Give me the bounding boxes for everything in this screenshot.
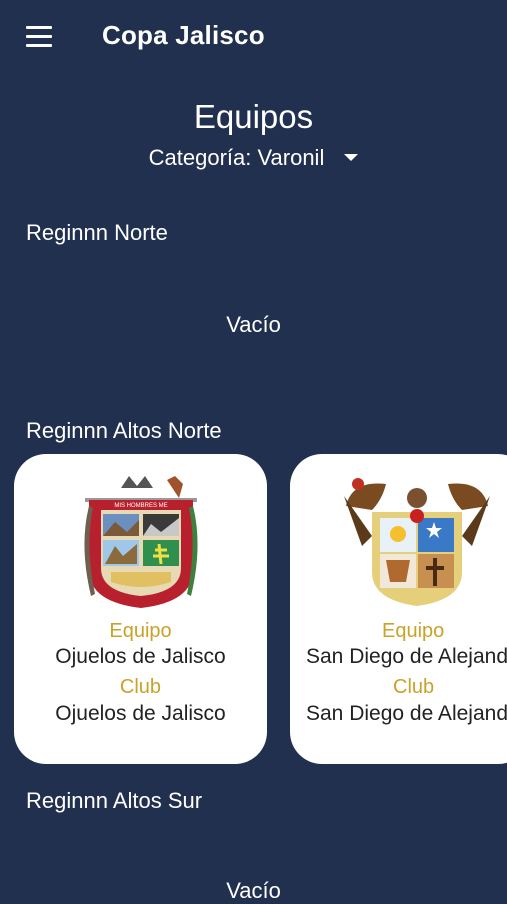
dropdown-caret-icon [344, 153, 359, 161]
team-name: San Diego de Alejandría [306, 645, 507, 668]
club-label: Club [119, 676, 162, 698]
team-carousel[interactable]: MIS HOMBRES ME Equipo Ojuelos de Jalisco… [0, 454, 507, 766]
menu-icon-line [26, 44, 52, 47]
club-label: Club [393, 676, 435, 698]
club-name: Ojuelos de Jalisco [55, 702, 226, 725]
menu-icon-line [26, 35, 52, 38]
team-card[interactable]: MIS HOMBRES ME Equipo Ojuelos de Jalisco… [14, 454, 267, 764]
san-diego-coat-of-arms-logo [344, 478, 490, 606]
empty-state: Vacío [226, 312, 281, 337]
team-name: Ojuelos de Jalisco [55, 645, 226, 668]
empty-state: Vacío [226, 878, 281, 903]
region-title: Reginnn Altos Sur [26, 788, 203, 813]
page-title: Equipos [193, 98, 314, 135]
category-dropdown[interactable]: Categoría: Varonil [0, 145, 507, 171]
ojuelos-coat-of-arms-logo: MIS HOMBRES ME [83, 476, 198, 608]
team-label: Equipo [382, 620, 445, 642]
logo-banner-text: MIS HOMBRES ME [114, 503, 167, 509]
app-title: Copa Jalisco [102, 20, 265, 50]
app-bar: Copa Jalisco [0, 0, 507, 76]
category-label: Categoría: Varonil [148, 145, 325, 170]
team-label: Equipo [109, 620, 172, 642]
team-card[interactable]: Equipo San Diego de Alejandría Club San … [290, 454, 507, 764]
region-title: Reginnn Altos Norte [26, 418, 222, 443]
menu-icon-line [26, 26, 52, 29]
club-name: San Diego de Alejandría [306, 702, 507, 725]
menu-icon[interactable] [26, 26, 54, 48]
region-title: Reginnn Norte [26, 220, 168, 245]
